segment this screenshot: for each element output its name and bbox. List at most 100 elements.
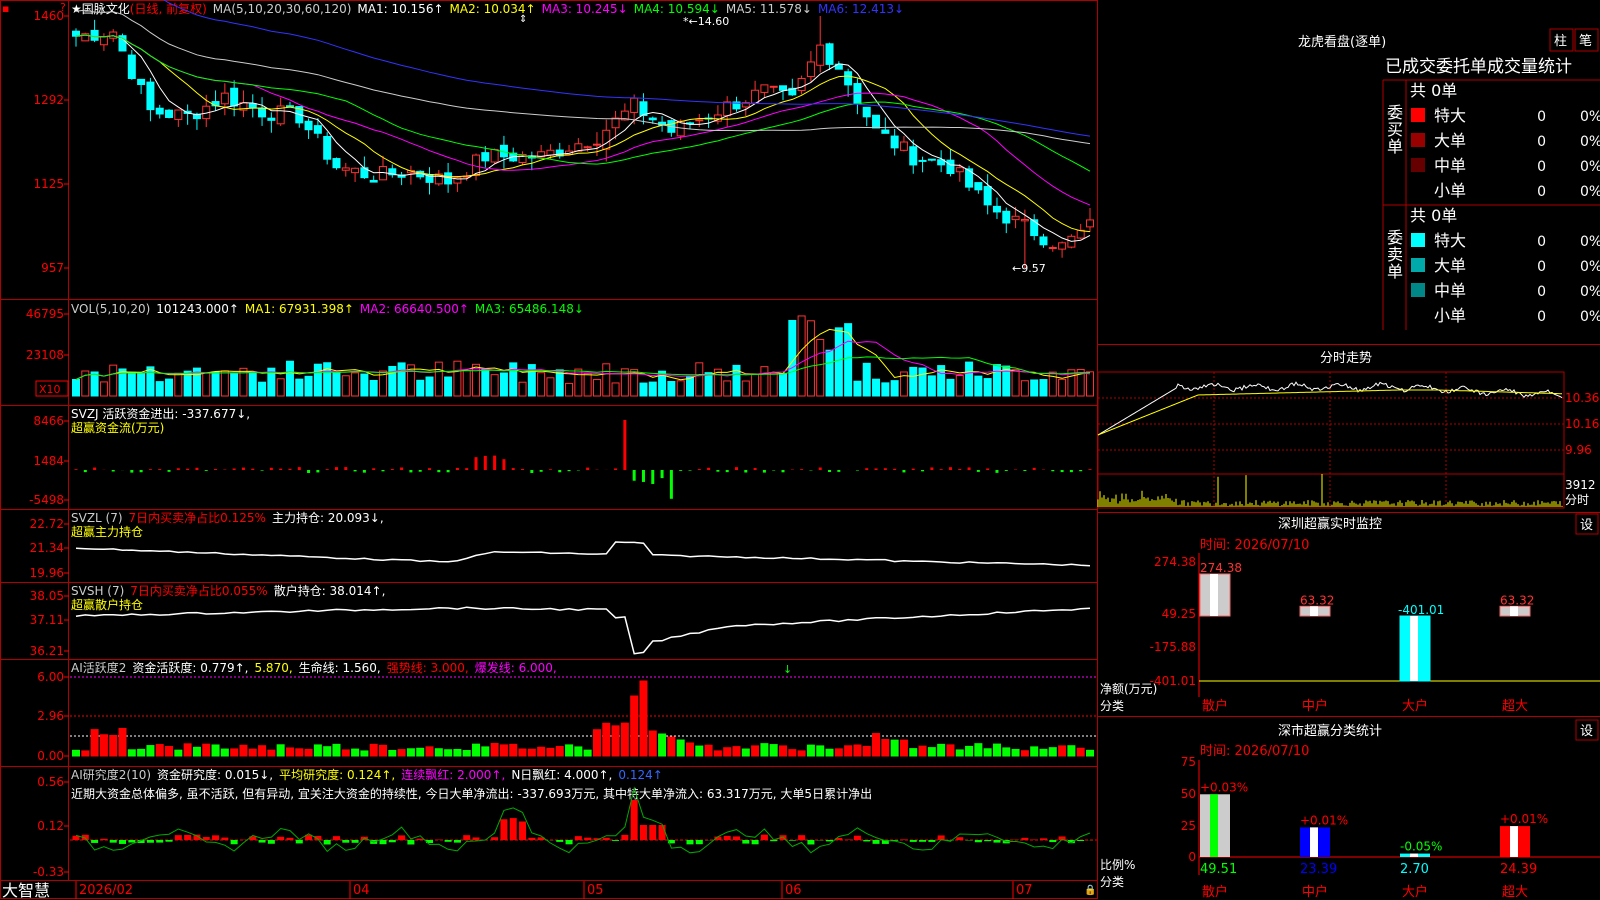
ai-act-bar bbox=[927, 747, 936, 757]
volume-bar bbox=[90, 371, 99, 397]
monitor-bar-hilite bbox=[1410, 616, 1418, 681]
svzj-bar bbox=[921, 470, 925, 472]
svzj-bar bbox=[344, 467, 348, 470]
volume-bar bbox=[602, 363, 611, 397]
svzj-bar bbox=[716, 470, 720, 472]
volume-bar bbox=[481, 368, 490, 397]
svzl-panel: SVZL (7) 7日内买卖净占比0.125% 主力持仓: 20.093↓, 超赢主… bbox=[30, 510, 1091, 580]
ai-res-bar bbox=[612, 840, 620, 841]
ai-res-bar bbox=[630, 800, 638, 840]
volume-bar bbox=[425, 376, 434, 397]
row-num: 0 bbox=[1537, 184, 1546, 200]
ai-act-bar bbox=[1076, 747, 1085, 757]
header-item: 101243.000↑ bbox=[156, 302, 239, 316]
monitor-time: 时间: 2026/07/10 bbox=[1200, 538, 1309, 553]
svzj-bar bbox=[1069, 470, 1073, 473]
class-bar-hilite bbox=[1510, 826, 1518, 857]
monitor-bar-hilite bbox=[1310, 606, 1318, 616]
candle-body bbox=[899, 141, 908, 151]
volume-bar bbox=[779, 372, 788, 397]
candle-body bbox=[927, 158, 936, 161]
svzj-bar bbox=[548, 469, 552, 470]
candle-body bbox=[109, 31, 118, 39]
bi-button[interactable]: 笔 bbox=[1574, 28, 1599, 52]
svg-text:设: 设 bbox=[1580, 724, 1593, 739]
zhu-button[interactable]: 柱 bbox=[1549, 28, 1574, 52]
volume-bar bbox=[1002, 365, 1011, 397]
monitor-bar-value: -401.01 bbox=[1398, 603, 1444, 617]
svzj-line1: SVZJ 活跃资金进出: -337.677↓, bbox=[71, 406, 250, 421]
ai-res-bar bbox=[286, 837, 294, 840]
candle-body bbox=[983, 186, 992, 206]
class-title: 深市超赢分类统计 bbox=[1278, 723, 1382, 739]
ai-act-bar bbox=[295, 748, 304, 757]
y-tick-label: 0.00 bbox=[37, 749, 64, 763]
svzj-bar bbox=[83, 470, 87, 473]
ai-act-bar bbox=[481, 746, 490, 757]
class-category: 中户 bbox=[1302, 884, 1328, 900]
ai-activity-panel: AI活跃度2 资金活跃度: 0.779↑, 5.870, 生命线: 1.560, 强势线… bbox=[37, 660, 1097, 763]
ai-res-bar bbox=[128, 840, 136, 843]
ai-res-bar bbox=[1030, 839, 1038, 840]
candle-body bbox=[323, 135, 332, 160]
ai-res-bar bbox=[974, 840, 982, 843]
ai-act-bar bbox=[639, 680, 648, 757]
ai-act-bar bbox=[258, 745, 267, 757]
monitor-set-button[interactable]: 设 bbox=[1575, 513, 1599, 535]
volume-bar bbox=[992, 364, 1001, 397]
svzl-line1: SVZL (7) 7日内买卖净占比0.125% 主力持仓: 20.093↓, bbox=[71, 510, 384, 525]
svzj-bar bbox=[204, 470, 208, 471]
svzj-bar bbox=[539, 470, 543, 472]
ai-res-bar bbox=[1039, 838, 1047, 840]
candle-body bbox=[648, 117, 657, 121]
ai-res-bar bbox=[1049, 840, 1057, 843]
svzl-line bbox=[75, 541, 1091, 567]
monitor-title: 深圳超赢实时监控 bbox=[1278, 516, 1382, 532]
volume-bar bbox=[527, 364, 536, 397]
class-bar-value: 2.70 bbox=[1400, 862, 1429, 877]
volume-bar bbox=[825, 349, 834, 397]
vertical-char: 单 bbox=[1387, 262, 1403, 281]
row-swatch bbox=[1411, 283, 1425, 297]
ai-res-bar bbox=[100, 838, 108, 840]
svzj-bar bbox=[521, 468, 525, 470]
y-tick-label: 6.00 bbox=[37, 670, 64, 684]
volume-bar bbox=[797, 315, 806, 397]
svzj-bar bbox=[855, 470, 859, 471]
volume-bar bbox=[974, 375, 983, 397]
indicator-line bbox=[75, 541, 1091, 567]
svzj-bar bbox=[762, 470, 766, 473]
volume-bar bbox=[462, 370, 471, 397]
ai-act-bar bbox=[509, 743, 518, 757]
ai-res-comment: 近期大资金总体偏多, 虽不活跃, 但有异动, 宜关注大资金的持续性, 今日大单净… bbox=[71, 786, 872, 801]
ai-act-bar bbox=[937, 743, 946, 757]
monitor-bar-value: 63.32 bbox=[1300, 593, 1334, 607]
ai-act-bar bbox=[862, 745, 871, 757]
candle-body bbox=[127, 54, 136, 79]
stock-name: 国脉文化 bbox=[82, 1, 130, 16]
svzj-bar bbox=[167, 470, 171, 472]
svzj-bar bbox=[688, 470, 692, 471]
volume-bar bbox=[927, 375, 936, 397]
ai-act-bar bbox=[853, 744, 862, 757]
ai-act-bar bbox=[137, 748, 146, 757]
ma-line bbox=[75, 9, 1091, 145]
row-num: 0 bbox=[1537, 284, 1546, 300]
class-set-button[interactable]: 设 bbox=[1575, 719, 1599, 741]
svsh-line1: SVSH (7) 7日内买卖净占比0.055% 散户持仓: 38.014↑, bbox=[71, 583, 385, 598]
volume-bar bbox=[444, 376, 453, 397]
ai-act-bar bbox=[620, 722, 629, 757]
volume-bar bbox=[611, 382, 620, 397]
svsh-y-axis: 38.05 37.11 36.21 bbox=[30, 589, 69, 658]
class-panel: 深市超赢分类统计 设 时间: 2026/07/10 75 50 25 0 +0.03%… bbox=[1100, 719, 1600, 900]
main-price-panel: ▪ ? ★国脉文化(日线, 前复权) MA(5,10,20,30,60,120) M… bbox=[2, 0, 1094, 275]
svzj-bar bbox=[437, 470, 441, 473]
volume-bar bbox=[109, 364, 118, 397]
ai-act-bar bbox=[527, 748, 536, 757]
candle-body bbox=[769, 85, 778, 88]
ai-act-bar bbox=[974, 743, 983, 757]
ai-act-bar bbox=[276, 744, 285, 757]
candle-body bbox=[1086, 219, 1094, 228]
svzj-bar bbox=[865, 468, 869, 470]
ai-act-bar bbox=[416, 747, 425, 757]
